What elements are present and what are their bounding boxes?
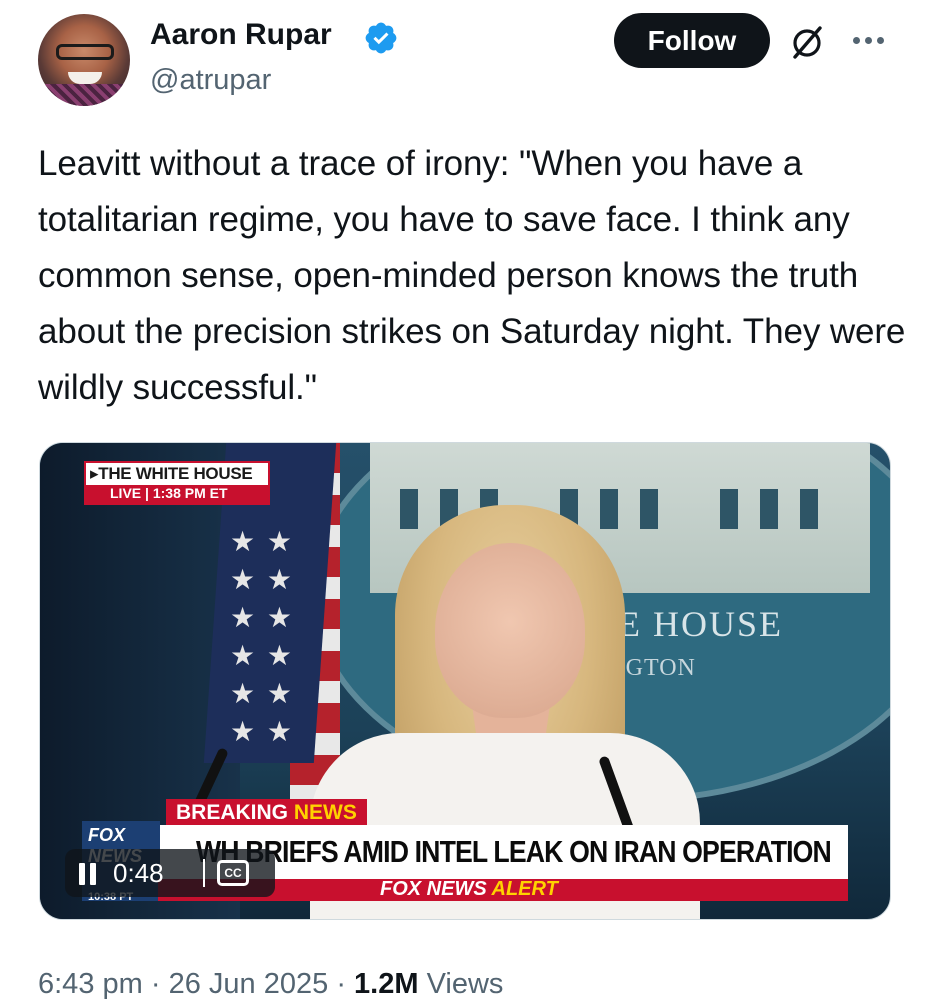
controls-divider — [203, 859, 205, 887]
follow-button[interactable]: Follow — [614, 13, 770, 68]
avatar-smile — [68, 72, 102, 84]
meta-separator: · — [150, 968, 161, 1000]
more-dot — [876, 36, 884, 44]
author-name[interactable]: Aaron Rupar — [150, 17, 332, 53]
avatar-shirt — [38, 84, 130, 106]
more-dot — [852, 36, 860, 44]
verified-badge-icon[interactable] — [363, 20, 399, 56]
tweet-date[interactable]: 26 Jun 2025 — [169, 968, 329, 1000]
bug-title: ▸THE WHITE HOUSE — [90, 464, 253, 483]
avatar-glasses — [56, 44, 114, 60]
author-handle[interactable]: @atrupar — [150, 62, 271, 98]
pause-icon[interactable] — [79, 863, 99, 885]
video-time-elapsed: 0:48 — [113, 858, 164, 888]
views-label: Views — [426, 968, 504, 1000]
chyron-headline: WH BRIEFS AMID INTEL LEAK ON IRAN OPERAT… — [196, 834, 832, 869]
fox-news-alert: FOX NEWS ALERT — [380, 878, 558, 900]
grok-icon[interactable] — [787, 22, 827, 62]
meta-separator: · — [336, 968, 346, 1000]
tweet-time[interactable]: 6:43 pm — [38, 968, 143, 1000]
flag-stars: ★ ★ ★ ★ ★ ★ ★ ★ ★ ★ ★ ★ — [230, 526, 292, 747]
tweet-meta: 6:43 pm · 26 Jun 2025 · 1.2M Views — [38, 964, 503, 1000]
avatar[interactable] — [38, 14, 130, 106]
speaker-face — [435, 543, 585, 718]
more-icon[interactable] — [848, 20, 888, 60]
closed-captions-icon[interactable]: CC — [217, 860, 249, 886]
video-controls: 0:48 CC — [65, 849, 275, 897]
tweet-text: Leavitt without a trace of irony: "When … — [38, 144, 906, 407]
views-count[interactable]: 1.2M — [354, 968, 418, 1000]
bug-live-bar: LIVE | 1:38 PM ET — [86, 485, 268, 505]
white-house-live-bug: ▸THE WHITE HOUSE LIVE | 1:38 PM ET — [84, 461, 270, 505]
more-dot — [864, 36, 872, 44]
video-player[interactable]: ITE HOUSE HINGTON ★ ★ ★ ★ ★ ★ ★ ★ ★ ★ ★ … — [39, 442, 891, 920]
breaking-news-tag: BREAKING NEWS — [166, 799, 367, 827]
